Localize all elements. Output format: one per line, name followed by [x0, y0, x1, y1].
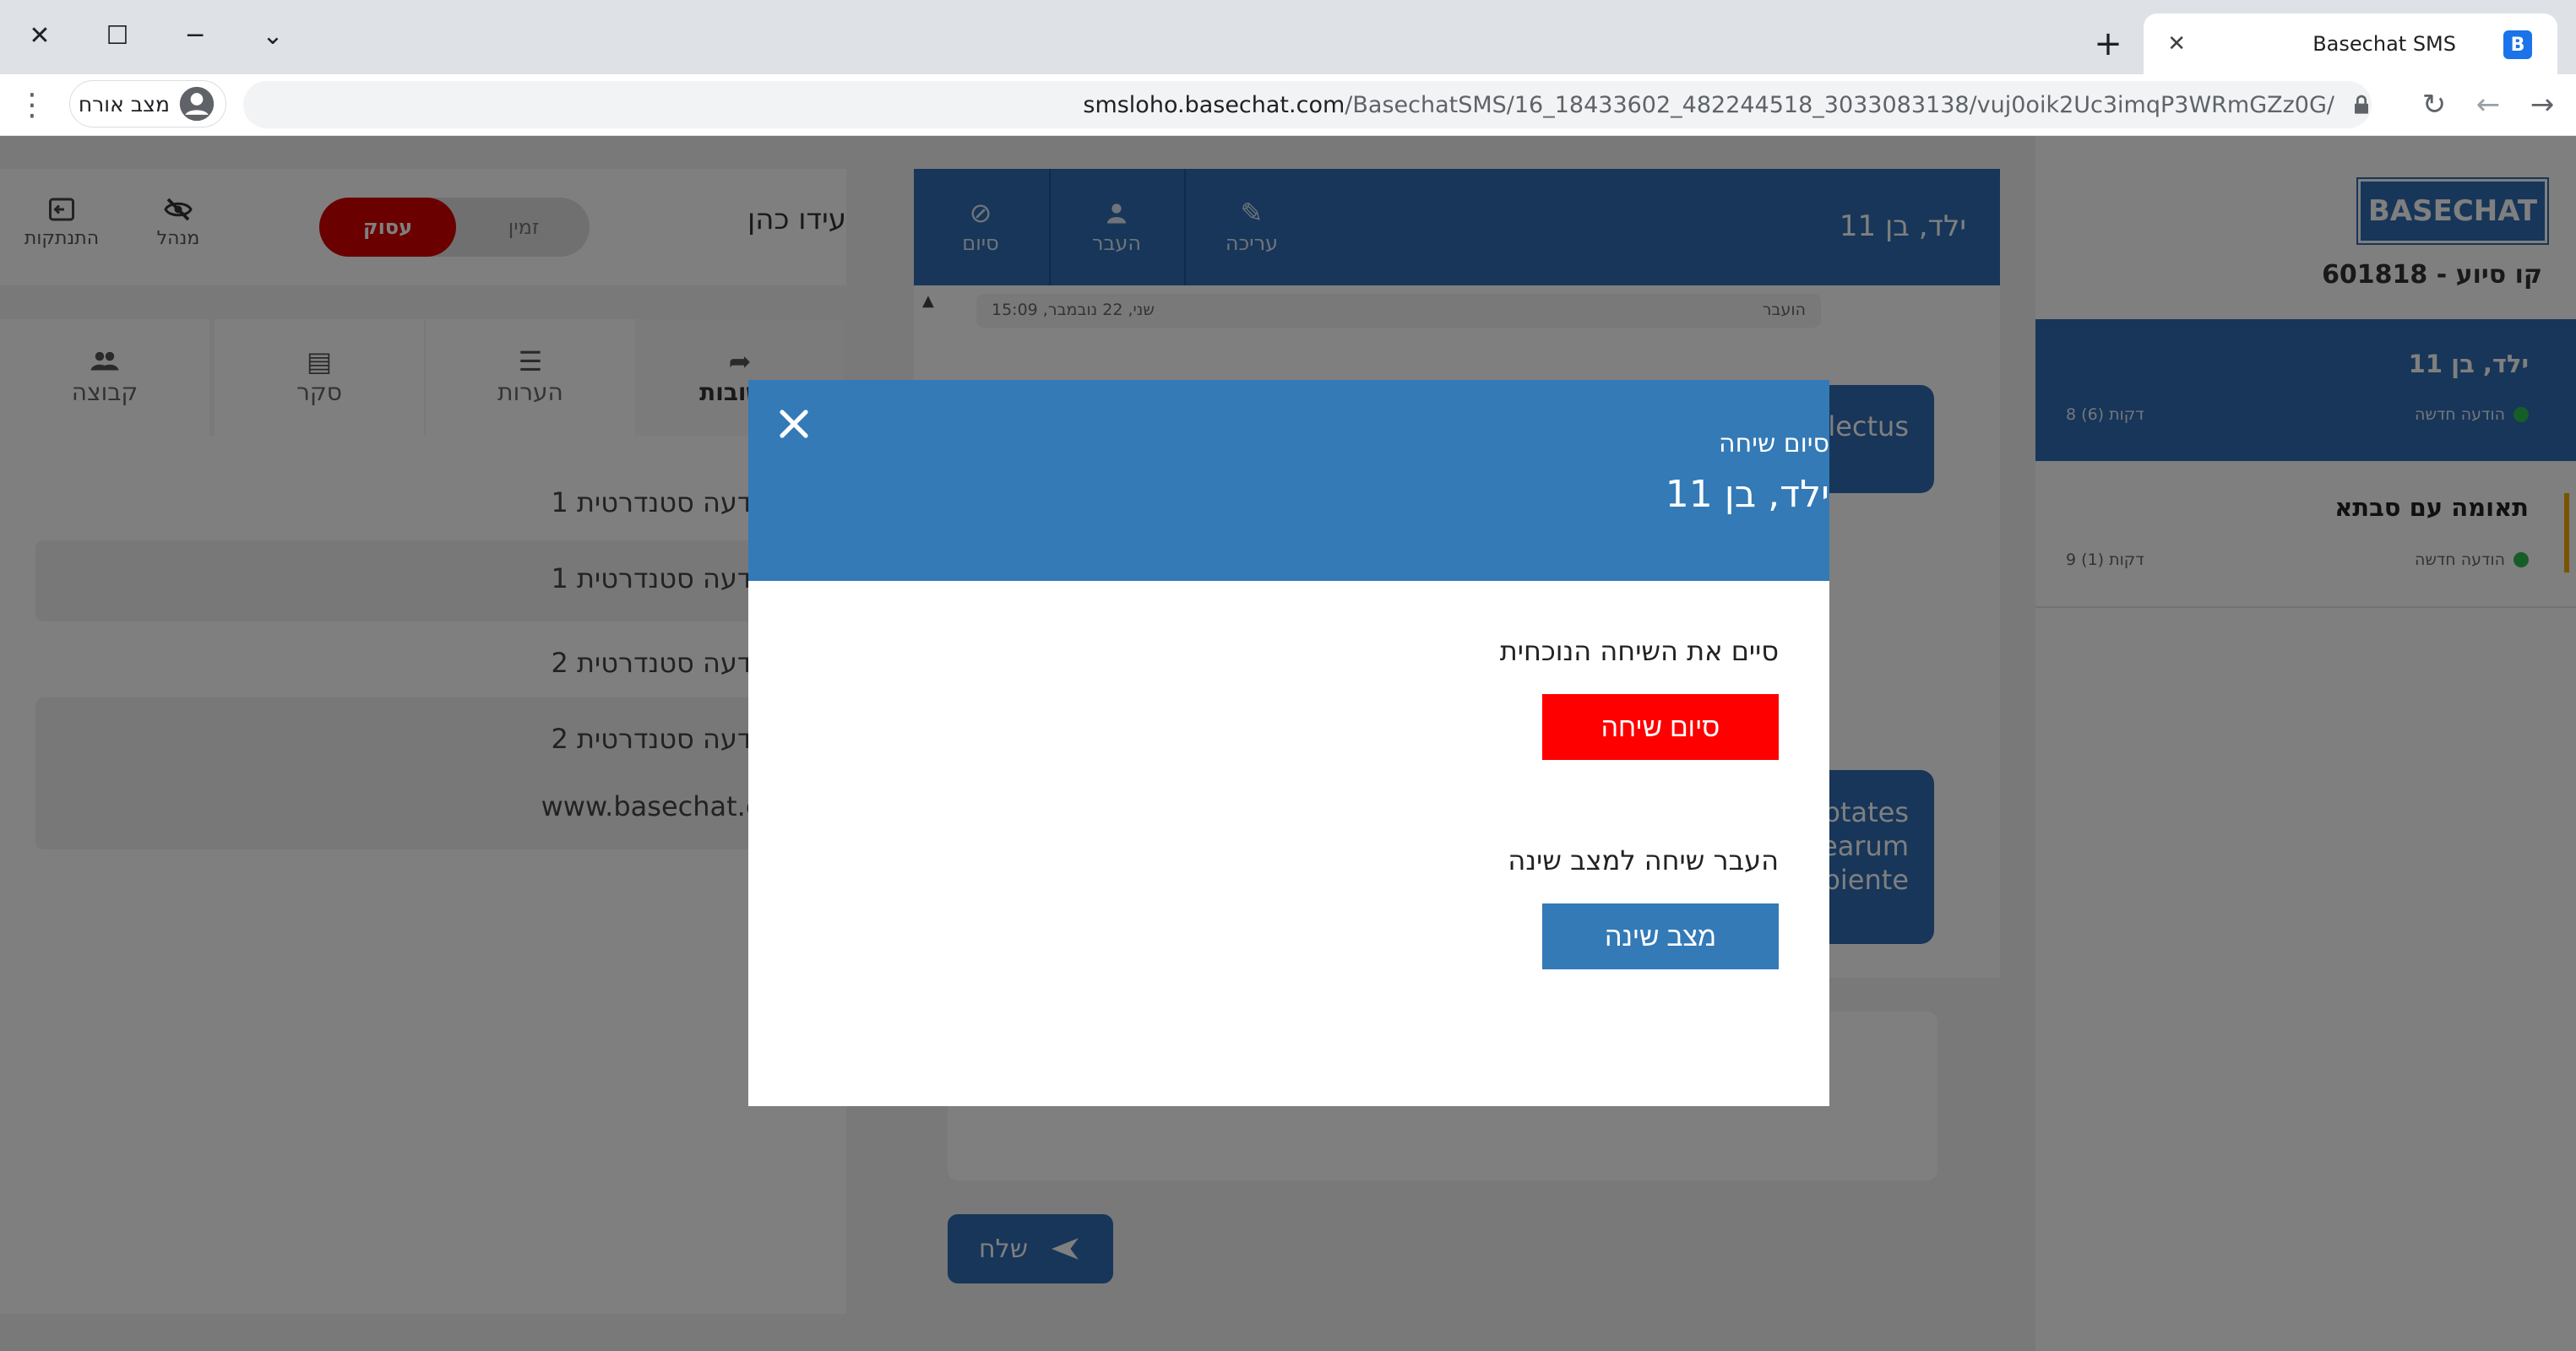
url-host: smsloho.basechat.com [1083, 91, 1345, 118]
sleep-mode-prompt: העבר שיחה למצב שינה [1508, 844, 1779, 876]
modal-subtitle: סיום שיחה [1719, 429, 1829, 458]
favicon: B [2503, 30, 2532, 59]
tab-title: Basechat SMS [2312, 32, 2456, 56]
url-path: /BasechatSMS/16_18433602_482244518_30330… [1345, 91, 2334, 118]
window-minimize-button[interactable]: ─ [166, 8, 225, 62]
end-conversation-confirm-button[interactable]: סיום שיחה [1542, 694, 1779, 760]
profile-label: מצב אורח [78, 91, 170, 117]
new-tab-button[interactable]: + [2083, 20, 2133, 68]
end-conversation-prompt: סיים את השיחה הנוכחית [1499, 635, 1779, 667]
browser-tab[interactable]: ✕ Basechat SMS B [2144, 14, 2557, 74]
tab-search-button[interactable]: ⌄ [243, 8, 302, 62]
back-button[interactable]: ← [2463, 81, 2514, 128]
reload-button[interactable]: ↻ [2409, 81, 2459, 128]
url-text: smsloho.basechat.com/BasechatSMS/16_1843… [1083, 81, 2334, 128]
lock-icon[interactable] [2348, 91, 2375, 118]
profile-button[interactable]: מצב אורח [69, 80, 226, 128]
tab-close-icon[interactable]: ✕ [2167, 14, 2186, 74]
browser-menu-icon[interactable]: ⋮ [17, 84, 47, 125]
window-maximize-button[interactable]: ☐ [88, 8, 147, 62]
modal-close-icon[interactable] [774, 404, 814, 444]
sleep-mode-button[interactable]: מצב שינה [1542, 903, 1779, 969]
window-close-button[interactable]: ✕ [10, 8, 69, 62]
forward-button[interactable]: → [2517, 81, 2568, 128]
avatar-icon [179, 86, 215, 122]
modal-title: ילד, בן 11 [1665, 473, 1829, 516]
